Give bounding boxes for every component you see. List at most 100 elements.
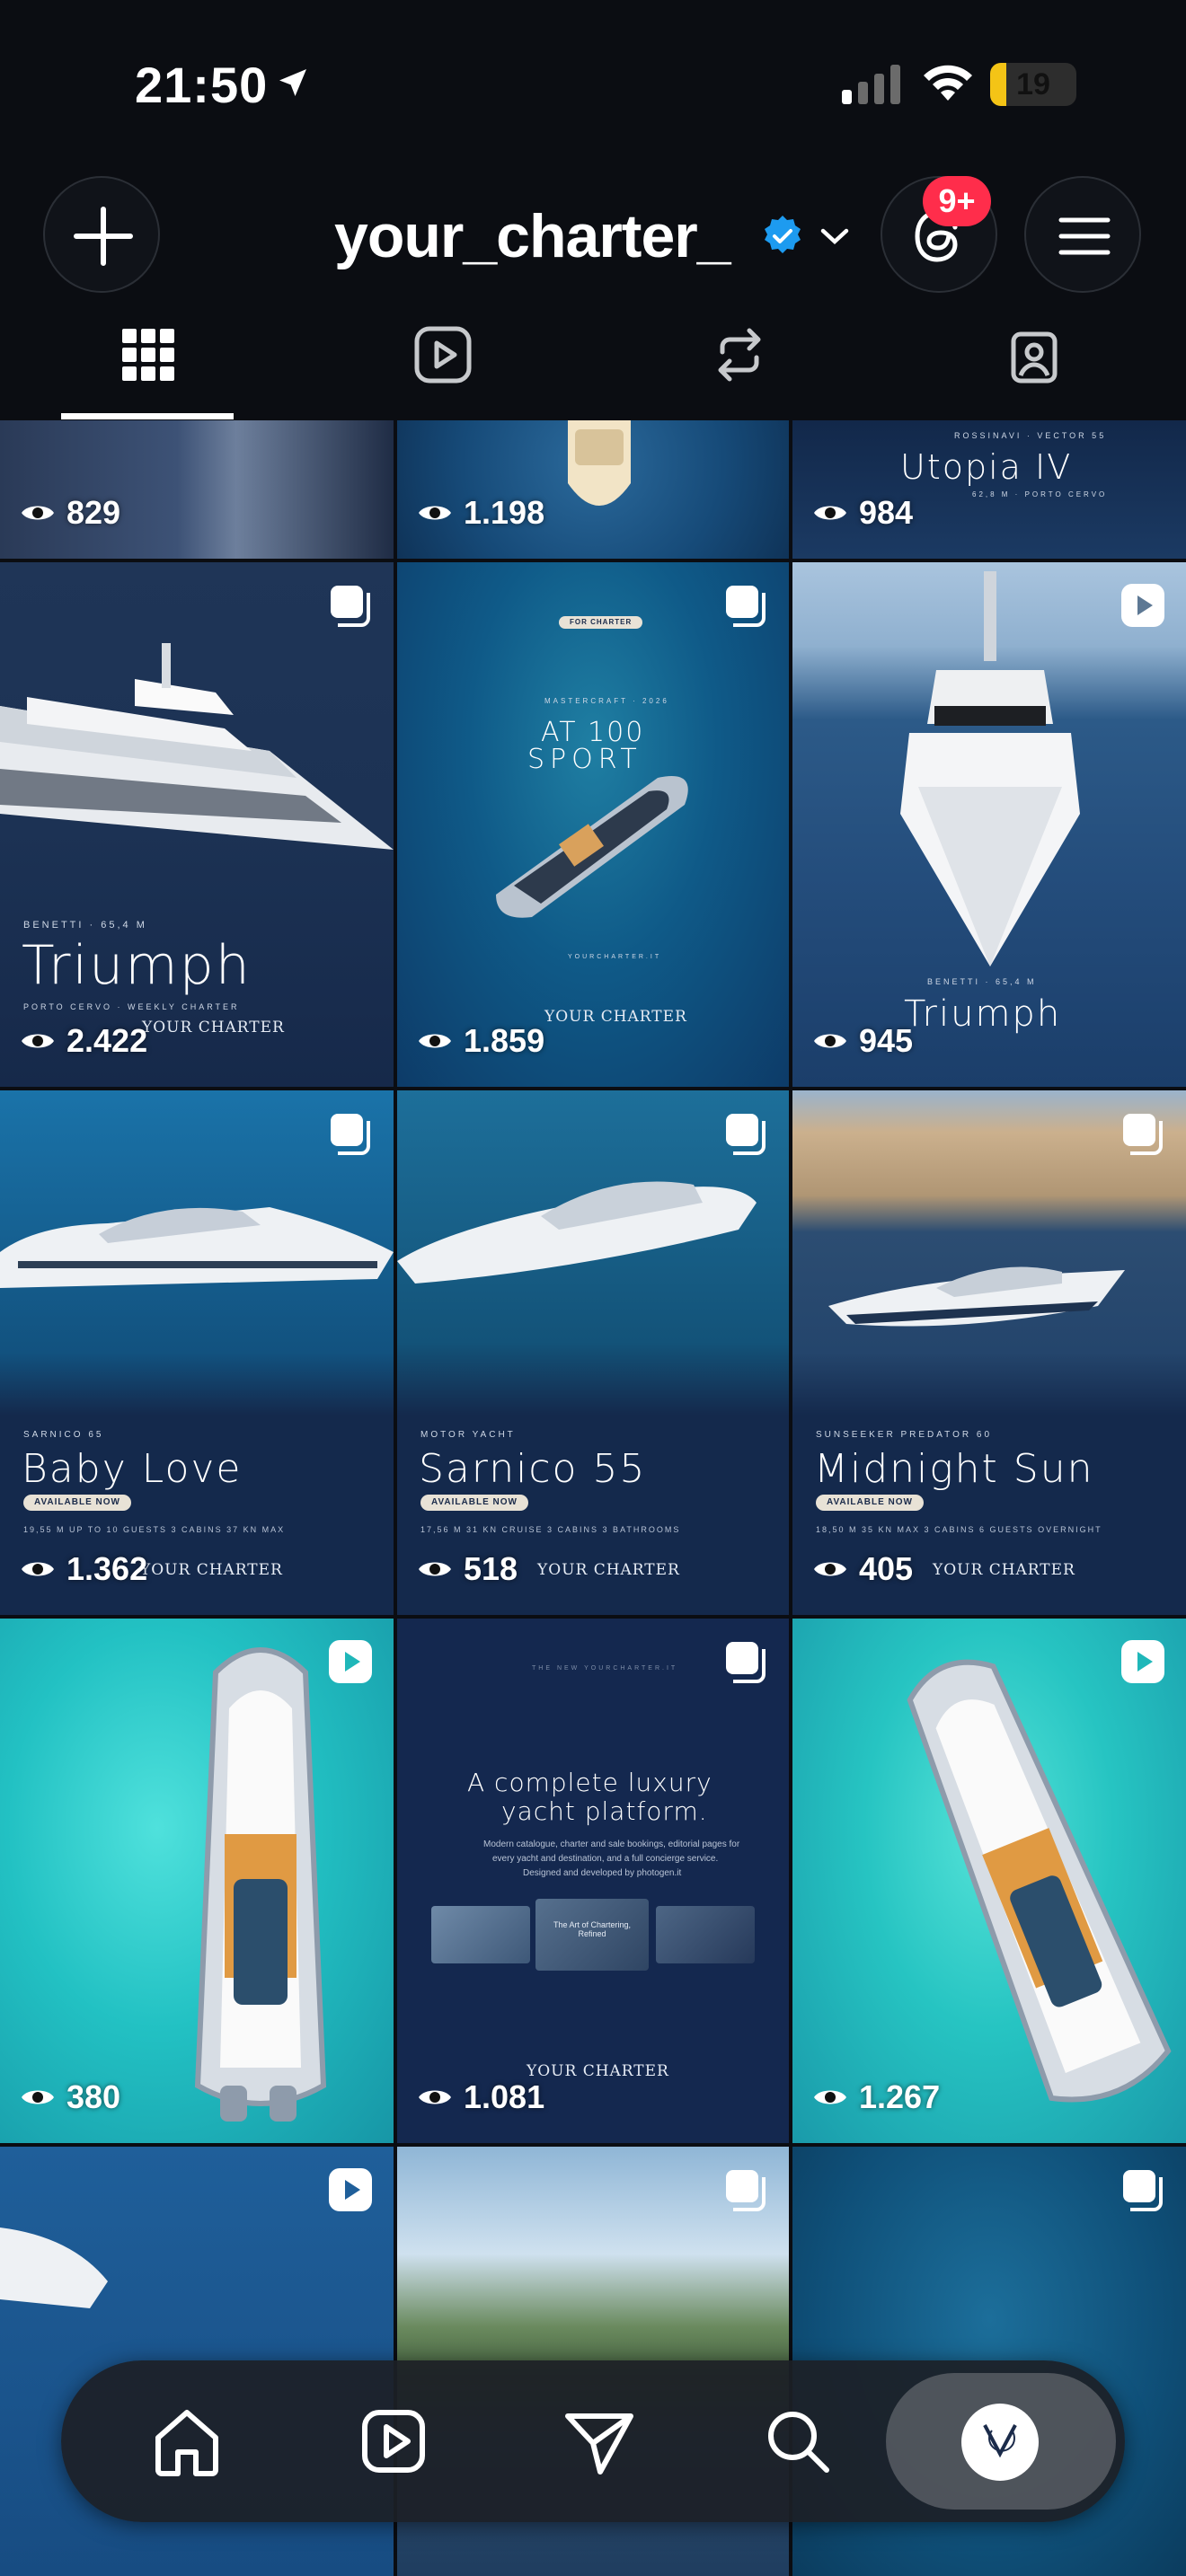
post-tile[interactable]: ROSSINAVI · VECTOR 55 Utopia IV 62,8 M ·… (792, 420, 1186, 559)
post-pill: AVAILABLE NOW (816, 1495, 924, 1511)
post-tile[interactable]: SARNICO 65 Baby Love AVAILABLE NOW 19,55… (0, 1090, 394, 1615)
post-subtitle: SARNICO 65 (23, 1430, 104, 1440)
post-title: Baby Love (22, 1446, 243, 1492)
view-count-value: 1.859 (464, 1022, 545, 1059)
eye-icon (419, 1562, 451, 1576)
eye-icon (22, 2090, 54, 2104)
eye-icon (419, 2090, 451, 2104)
view-count-value: 2.422 (66, 1022, 148, 1059)
reels-icon (414, 326, 472, 384)
view-count-value: 829 (66, 494, 121, 531)
view-count-value: 405 (859, 1550, 914, 1587)
eye-icon (814, 1562, 846, 1576)
view-count: 380 (20, 2078, 120, 2116)
status-time: 21:50 (135, 57, 269, 113)
preview-card (656, 1906, 755, 1963)
carousel-icon (726, 586, 766, 627)
post-tile[interactable]: 380 (0, 1619, 394, 2143)
tab-reposts[interactable] (620, 305, 857, 420)
post-headline-line1: A complete luxury (467, 1768, 712, 1797)
eye-icon (419, 1034, 451, 1048)
post-specs: 18,50 M 35 KN MAX 3 CABINS 6 GUESTS OVER… (816, 1525, 1102, 1534)
preview-card-text: The Art of Chartering, Refined (553, 1920, 632, 1938)
tab-reels[interactable] (354, 305, 591, 420)
chevron-down-icon[interactable] (818, 223, 852, 250)
battery-indicator: 19 (990, 63, 1076, 106)
nav-search[interactable] (753, 2396, 843, 2486)
nav-direct[interactable] (553, 2396, 643, 2486)
view-count-value: 380 (66, 2078, 121, 2115)
view-count: 1.859 (417, 1022, 544, 1060)
verified-badge-icon (765, 216, 801, 253)
superyacht-image (0, 643, 394, 850)
view-count: 1.267 (812, 2078, 940, 2116)
nav-reels[interactable] (349, 2396, 438, 2486)
menu-button[interactable] (1024, 176, 1141, 293)
nav-home[interactable] (142, 2396, 232, 2486)
search-icon (768, 2412, 829, 2473)
post-caption: PORTO CERVO · WEEKLY CHARTER (23, 1002, 240, 1011)
post-tile[interactable]: FOR CHARTER MASTERCRAFT · 2026 AT 100 SP… (397, 562, 789, 1087)
post-tile[interactable]: THE NEW YOURCHARTER.IT A complete luxury… (397, 1619, 789, 2143)
post-body-line1: Modern catalogue, charter and sale booki… (483, 1839, 740, 1849)
view-count: 2.422 (20, 1022, 147, 1060)
eye-icon (22, 1562, 54, 1576)
profile-avatar[interactable] (961, 2404, 1039, 2481)
notification-badge: 9+ (923, 176, 991, 226)
post-body-line3: Designed and developed by photogen.it (523, 1868, 682, 1878)
post-footer: YOURCHARTER.IT (568, 954, 662, 960)
post-title: Triumph (22, 934, 252, 997)
tab-posts[interactable] (29, 305, 266, 420)
view-count-value: 1.198 (464, 494, 545, 531)
cellular-signal-icon (842, 65, 900, 104)
brand-watermark: YOUR CHARTER (140, 1561, 283, 1579)
reel-icon (329, 1640, 372, 1683)
post-tile[interactable]: 1.198 (397, 420, 789, 559)
post-tile[interactable]: BENETTI · 65,4 M Triumph 945 (792, 562, 1186, 1087)
brand-watermark: YOUR CHARTER (933, 1561, 1075, 1579)
superyacht-bow-image (900, 571, 1080, 966)
view-count: 1.081 (417, 2078, 544, 2116)
post-caption: 62,8 M · PORTO CERVO (972, 490, 1108, 498)
motor-yacht-image (397, 1181, 757, 1284)
view-count-value: 1.362 (66, 1550, 148, 1587)
view-count-value: 984 (859, 494, 914, 531)
post-subtitle: ROSSINAVI · VECTOR 55 (954, 431, 1107, 440)
eye-icon (814, 1034, 846, 1048)
reel-icon (329, 2168, 372, 2211)
direct-message-icon (565, 2413, 633, 2475)
profile-username[interactable]: your_charter_ (334, 201, 731, 271)
post-headline-line2: yacht platform. (501, 1796, 708, 1826)
tab-tagged[interactable] (915, 305, 1152, 420)
post-tile[interactable]: MOTOR YACHT Sarnico 55 AVAILABLE NOW 17,… (397, 1090, 789, 1615)
brand-watermark: YOUR CHARTER (142, 1019, 285, 1037)
rib-boat-topdown-image (907, 1659, 1172, 2103)
battery-level: 19 (1016, 67, 1050, 101)
eye-icon (22, 1034, 54, 1048)
bottom-navigation (61, 2360, 1125, 2522)
view-count: 945 (812, 1022, 913, 1060)
profile-tabs (0, 305, 1186, 420)
view-count: 405 (812, 1550, 913, 1588)
post-tile[interactable]: BENETTI · 65,4 M Triumph PORTO CERVO · W… (0, 562, 394, 1087)
post-subtitle: BENETTI · 65,4 M (927, 977, 1037, 986)
post-body-line2: every yacht and destination, and a full … (492, 1854, 719, 1864)
view-count-value: 945 (859, 1022, 914, 1059)
eye-icon (814, 506, 846, 520)
post-title: Midnight Sun (814, 1446, 1094, 1492)
preview-card (431, 1906, 530, 1963)
create-button[interactable] (43, 176, 160, 293)
motor-yacht-image (0, 1207, 394, 1288)
view-count: 829 (20, 494, 120, 532)
post-tile[interactable]: SUNSEEKER PREDATOR 60 Midnight Sun AVAIL… (792, 1090, 1186, 1615)
post-tile[interactable]: 1.267 (792, 1619, 1186, 2143)
eye-icon (419, 506, 451, 520)
eye-icon (814, 2090, 846, 2104)
grid-icon (122, 329, 174, 381)
post-specs: 19,55 M UP TO 10 GUESTS 3 CABINS 37 KN M… (23, 1525, 286, 1534)
post-tile[interactable]: 829 (0, 420, 394, 559)
reel-icon (1121, 1640, 1164, 1683)
post-pill: AVAILABLE NOW (23, 1495, 131, 1511)
carousel-icon (726, 1642, 766, 1683)
carousel-icon (331, 1114, 370, 1155)
